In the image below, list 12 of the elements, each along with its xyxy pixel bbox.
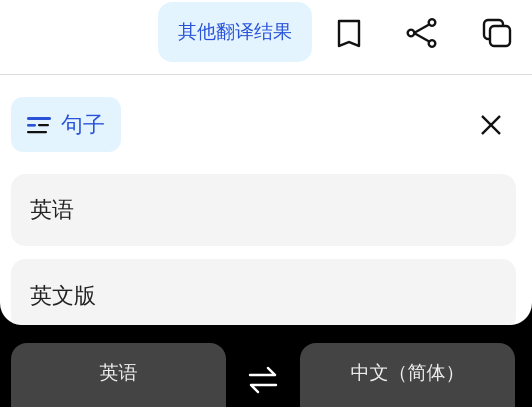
source-language-button[interactable]: 英语	[11, 343, 226, 407]
share-icon[interactable]	[406, 17, 438, 49]
swap-icon[interactable]	[247, 365, 279, 395]
target-language-button[interactable]: 中文（简体）	[300, 343, 515, 407]
filter-chip[interactable]: 句子	[11, 97, 121, 152]
copy-icon[interactable]	[482, 17, 512, 49]
close-icon[interactable]	[480, 114, 502, 136]
bookmark-icon[interactable]	[336, 17, 362, 49]
lines-icon	[27, 116, 51, 134]
result-item[interactable]: 英语	[11, 174, 516, 246]
other-results-button[interactable]: 其他翻译结果	[158, 2, 312, 62]
result-item[interactable]: 英文版	[11, 259, 516, 325]
